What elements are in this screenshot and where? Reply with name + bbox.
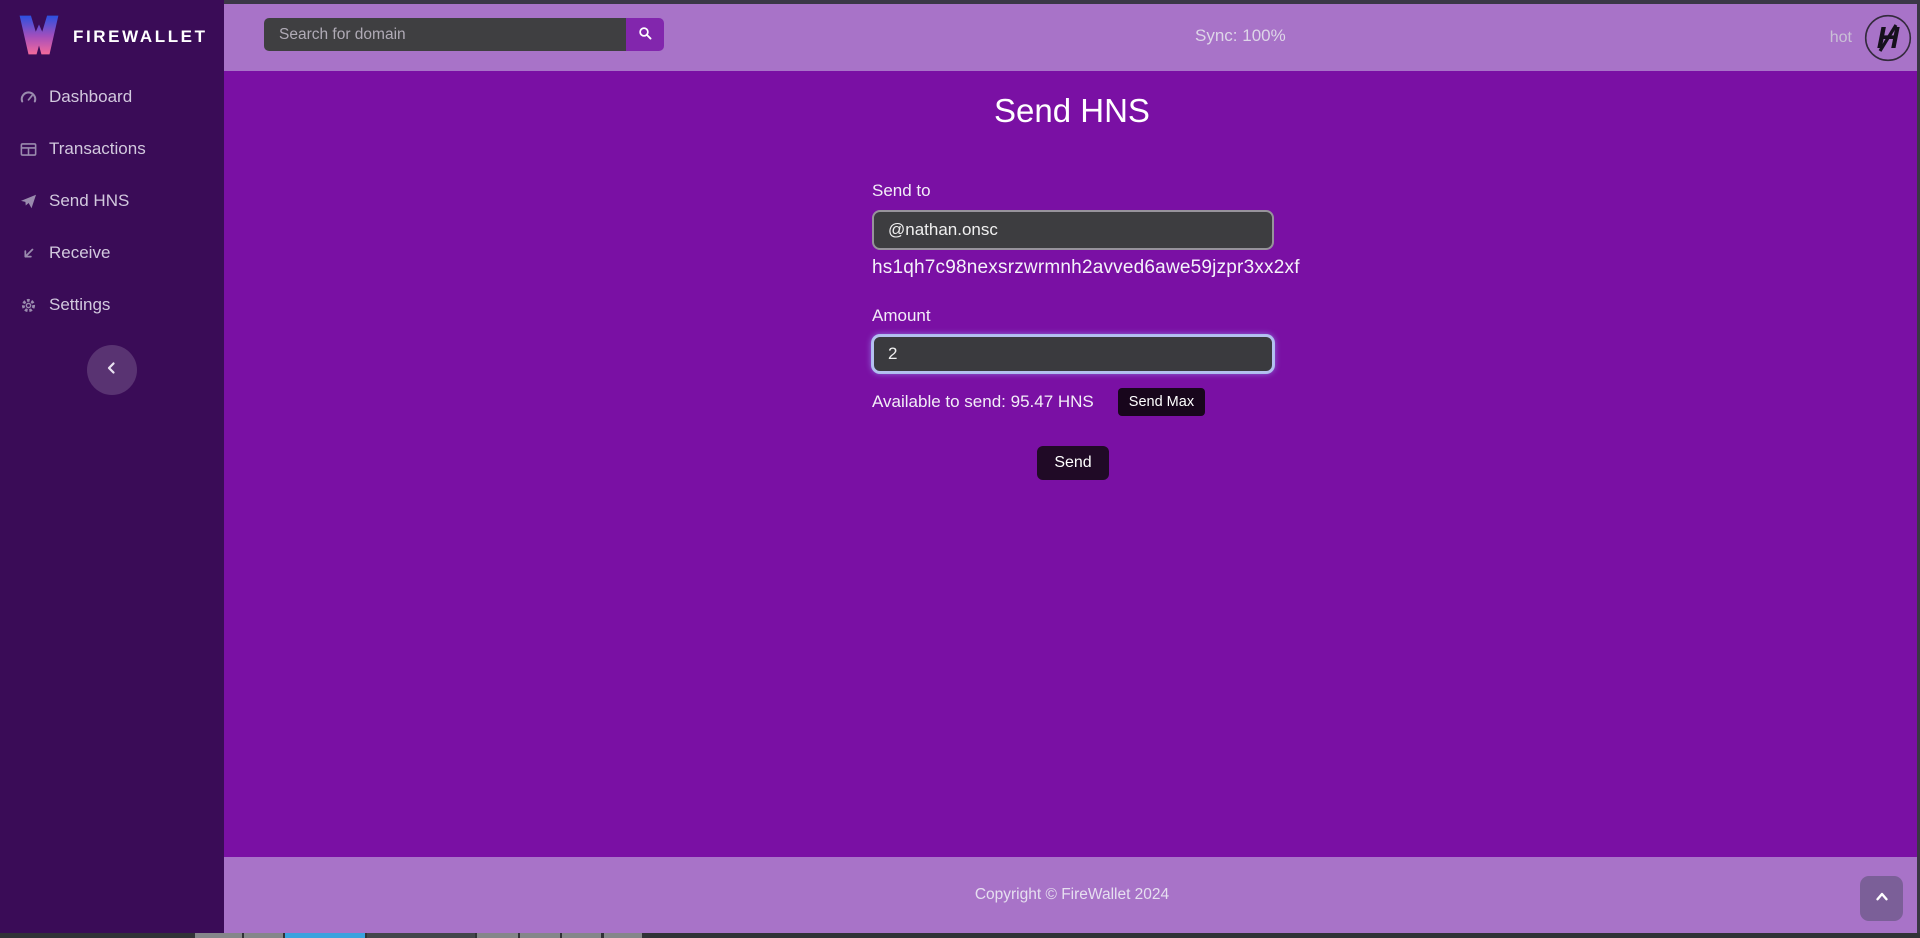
send-paper-plane-icon (19, 192, 38, 211)
sidebar-item-settings[interactable]: Settings (0, 279, 224, 331)
taskbar-active-window-segment[interactable] (285, 933, 365, 938)
transactions-table-icon (19, 140, 38, 159)
taskbar-window-segment[interactable] (477, 933, 518, 938)
available-row: Available to send: 95.47 HNS Send Max (872, 388, 1274, 416)
send-max-button[interactable]: Send Max (1118, 388, 1205, 416)
taskbar-window-segment[interactable] (195, 933, 242, 938)
brand[interactable]: FIREWALLET (0, 0, 224, 62)
sidebar-item-send-hns[interactable]: Send HNS (0, 175, 224, 227)
sidebar-item-label: Dashboard (49, 87, 132, 107)
sidebar-item-dashboard[interactable]: Dashboard (0, 71, 224, 123)
window-top-edge (224, 0, 1920, 4)
sidebar-collapse-button[interactable] (87, 345, 137, 395)
sync-status: Sync: 100% (1195, 26, 1286, 46)
settings-gear-icon (19, 296, 38, 315)
amount-input[interactable] (872, 335, 1274, 373)
sidebar-item-receive[interactable]: Receive (0, 227, 224, 279)
sidebar-nav: Dashboard Transactions Send HNS (0, 71, 224, 331)
send-button[interactable]: Send (1037, 446, 1108, 480)
sidebar-item-transactions[interactable]: Transactions (0, 123, 224, 175)
footer: Copyright © FireWallet 2024 (224, 857, 1920, 933)
send-form: Send to hs1qh7c98nexsrzwrmnh2avved6awe59… (872, 181, 1274, 480)
resolved-address: hs1qh7c98nexsrzwrmnh2avved6awe59jzpr3xx2… (872, 257, 1274, 279)
sidebar-item-label: Transactions (49, 139, 146, 159)
available-to-send-text: Available to send: 95.47 HNS (872, 392, 1094, 412)
chevron-up-icon (1873, 888, 1891, 909)
chevron-left-icon (103, 359, 121, 382)
search-icon (637, 25, 653, 44)
taskbar (0, 933, 1920, 938)
taskbar-window-segment[interactable] (367, 933, 475, 938)
brand-name: FIREWALLET (73, 27, 208, 47)
sidebar: FIREWALLET Dashboard (0, 0, 224, 933)
send-to-input[interactable] (872, 210, 1274, 250)
page-title: Send HNS (224, 92, 1920, 130)
sidebar-item-label: Receive (49, 243, 110, 263)
handshake-logo-icon[interactable]: H (1864, 14, 1912, 62)
receive-arrow-icon (19, 244, 38, 263)
firewallet-app: FIREWALLET Dashboard (0, 0, 1920, 938)
wallet-indicator: hot H (1830, 4, 1912, 71)
taskbar-window-segment[interactable] (562, 933, 601, 938)
copyright-text: Copyright © FireWallet 2024 (224, 886, 1920, 904)
dashboard-gauge-icon (19, 88, 38, 107)
send-to-label: Send to (872, 181, 1274, 201)
firewallet-w-logo (18, 13, 60, 62)
topbar: Sync: 100% hot H (224, 4, 1920, 71)
wallet-mode-label: hot (1830, 29, 1852, 47)
domain-search (264, 18, 664, 51)
taskbar-window-segment[interactable] (604, 933, 642, 938)
sidebar-item-label: Settings (49, 295, 110, 315)
sidebar-item-label: Send HNS (49, 191, 129, 211)
taskbar-window-segment[interactable] (520, 933, 560, 938)
amount-label: Amount (872, 306, 1274, 326)
search-button[interactable] (626, 18, 664, 51)
taskbar-window-segment[interactable] (244, 933, 283, 938)
search-input[interactable] (264, 18, 626, 51)
scroll-to-top-button[interactable] (1860, 876, 1903, 921)
